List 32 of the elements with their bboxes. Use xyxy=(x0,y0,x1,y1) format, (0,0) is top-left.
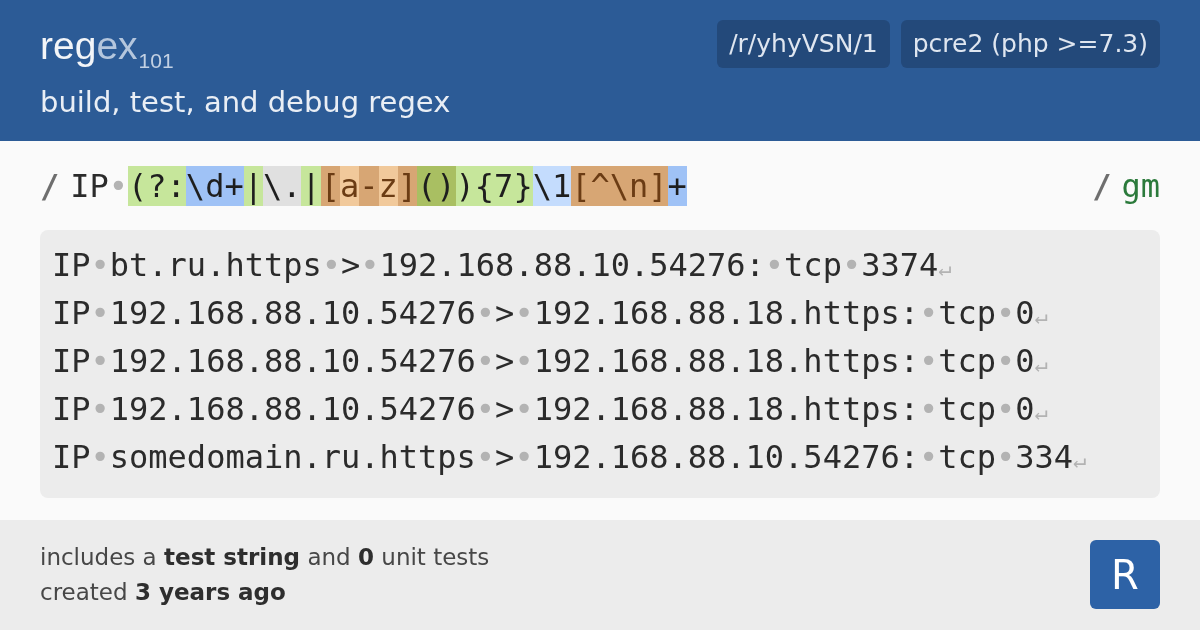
regex-token: ){7} xyxy=(455,165,533,206)
regex-literal: IP xyxy=(70,165,109,206)
regex-token: \1 xyxy=(532,165,572,206)
test-string-line: IP•192.168.88.10.54276•>•192.168.88.18.https:•tcp•0↵ xyxy=(52,293,1048,334)
test-string-line: IP•192.168.88.10.54276•>•192.168.88.18.https:•tcp•0↵ xyxy=(52,389,1048,430)
logo-tile: R xyxy=(1090,540,1160,609)
regex-delimiter: / xyxy=(1092,165,1112,206)
regex-flags: gm xyxy=(1121,165,1160,206)
regex-token: | xyxy=(243,165,263,206)
regex-token: \d+ xyxy=(185,165,244,206)
regex-token: | xyxy=(301,165,321,206)
regex-token: ] xyxy=(397,165,418,206)
regex-token: \. xyxy=(262,165,302,206)
site-logo: regex$_{101}$ xyxy=(40,23,174,72)
test-string-line: IP•bt.ru.https•>•192.168.88.10.54276:•tcp•3374↵ xyxy=(52,245,952,286)
regex-token: (?: xyxy=(128,165,186,206)
regex-token: z xyxy=(378,165,398,206)
header-badge: /r/yhyVSN/1 xyxy=(717,20,890,68)
regex-token: - xyxy=(359,165,379,206)
footer-text: created 3 years ago xyxy=(40,578,286,607)
space-marker: • xyxy=(108,165,129,206)
test-string-line: IP•somedomain.ru.https•>•192.168.88.10.54276:•tcp•334↵ xyxy=(52,437,1087,478)
test-string-line: IP•192.168.88.10.54276•>•192.168.88.18.https:•tcp•0↵ xyxy=(52,341,1048,382)
regex-token: a xyxy=(340,165,360,206)
regex-token: [^\n] xyxy=(571,165,668,206)
tagline: build, test, and debug regex xyxy=(40,84,451,120)
regex-token: + xyxy=(667,165,687,206)
header-badge: pcre2 (php >=7.3) xyxy=(900,20,1160,68)
footer-text: includes a test string and 0 unit tests xyxy=(40,543,490,572)
regex-token: [ xyxy=(320,165,340,206)
regex-token: () xyxy=(417,165,456,206)
regex-delimiter: / xyxy=(40,165,60,206)
